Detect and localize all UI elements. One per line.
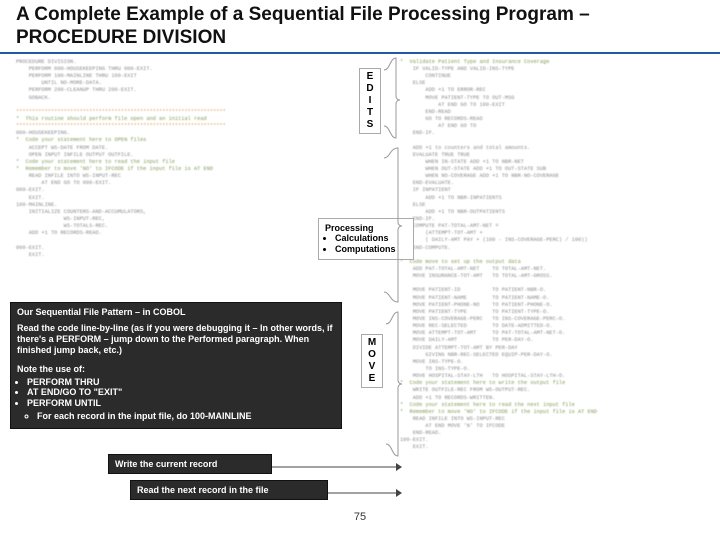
brace-edits xyxy=(382,56,400,140)
pattern-b3-sub: For each record in the input file, do 10… xyxy=(37,411,335,422)
pattern-note-heading: Note the use of: xyxy=(17,364,335,375)
pattern-box: Our Sequential File Pattern – in COBOL R… xyxy=(10,302,342,429)
title-area: A Complete Example of a Sequential File … xyxy=(0,0,720,54)
slide-subtitle: PROCEDURE DIVISION xyxy=(16,27,704,50)
pattern-b3: PERFORM UNTIL xyxy=(27,398,101,408)
brace-processing xyxy=(382,146,402,306)
write-text: Write the current record xyxy=(115,459,217,469)
content-area: PROCEDURE DIVISION. PERFORM 000-HOUSEKEE… xyxy=(0,54,720,529)
code-left-column: PROCEDURE DIVISION. PERFORM 000-HOUSEKEE… xyxy=(16,59,356,259)
pattern-b1: PERFORM THRU xyxy=(27,377,335,388)
arrow-write xyxy=(272,458,402,476)
page-number: 75 xyxy=(0,511,720,523)
edits-text: E D I T S xyxy=(366,71,373,130)
code-right-column: * Validate Patient Type and Insurance Co… xyxy=(400,59,700,452)
pattern-b2: AT END/GO TO "EXIT" xyxy=(27,387,335,398)
write-record-box: Write the current record xyxy=(108,454,272,475)
pattern-heading: Our Sequential File Pattern – in COBOL xyxy=(17,307,335,318)
arrow-read xyxy=(328,484,402,502)
brace-move xyxy=(384,310,402,460)
move-text: M O V E xyxy=(368,337,376,384)
slide-title: A Complete Example of a Sequential File … xyxy=(16,4,704,27)
readnext-text: Read the next record in the file xyxy=(137,485,269,495)
move-label: M O V E xyxy=(361,334,383,388)
edits-label: E D I T S xyxy=(359,68,381,134)
read-next-box: Read the next record in the file xyxy=(130,480,328,501)
pattern-p1: Read the code line-by-line (as if you we… xyxy=(17,323,335,355)
